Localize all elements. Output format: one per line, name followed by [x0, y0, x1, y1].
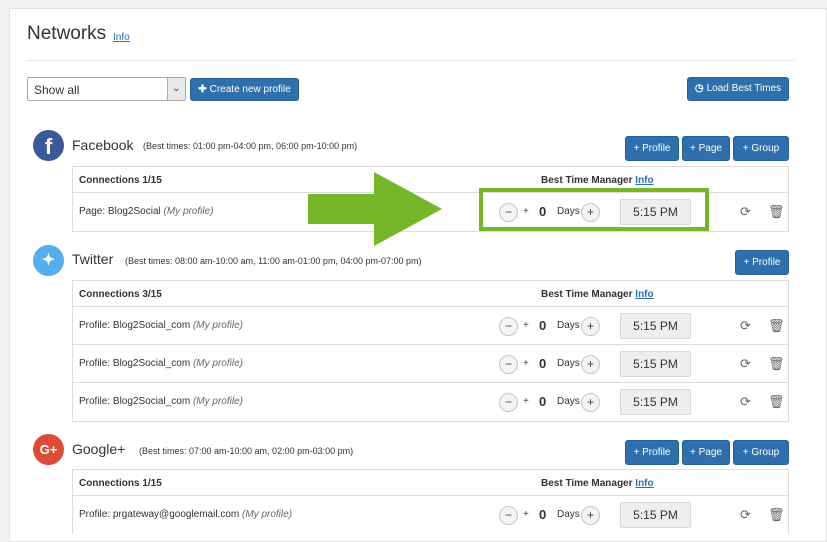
best-time-manager-info-link[interactable]: Info [635, 175, 653, 186]
table-header: Connections 3/15 Best Time Manager Info [73, 281, 788, 307]
highlight-arrow-icon [308, 172, 442, 246]
connections-count: Connections 1/15 [79, 175, 162, 186]
increment-days-button[interactable]: + [581, 393, 600, 412]
best-times: (Best times: 01:00 pm-04:00 pm, 06:00 pm… [143, 141, 358, 151]
best-time-manager-label: Best Time Manager Info [541, 478, 654, 489]
add-profile-button[interactable]: + Profile [735, 250, 789, 275]
trash-icon[interactable]: 🗑 [768, 394, 785, 410]
decrement-days-button[interactable]: − [499, 355, 518, 374]
time-input[interactable]: 5:15 PM [620, 351, 691, 377]
best-times: (Best times: 07:00 am-10:00 am, 02:00 pm… [139, 446, 354, 456]
days-label: Days [557, 396, 580, 407]
days-label: Days [557, 320, 580, 331]
info-link[interactable]: Info [113, 32, 130, 43]
best-time-manager-label: Best Time Manager Info [541, 289, 654, 300]
refresh-icon[interactable]: ⟳ [740, 204, 751, 220]
facebook-icon: f [33, 130, 64, 161]
time-input[interactable]: 5:15 PM [620, 502, 691, 528]
time-input[interactable]: 5:15 PM [620, 389, 691, 415]
trash-icon[interactable]: 🗑 [768, 318, 785, 334]
days-value: 0 [539, 394, 547, 409]
days-label: Days [557, 206, 580, 217]
filter-value: Show all [34, 83, 80, 97]
days-value: 0 [539, 204, 547, 219]
account-label: Page: Blog2Social (My profile) [79, 206, 214, 217]
time-input[interactable]: 5:15 PM [620, 313, 691, 339]
create-profile-label: Create new profile [209, 84, 291, 95]
best-time-manager-info-link[interactable]: Info [635, 289, 653, 300]
add-profile-button[interactable]: + Profile [625, 136, 679, 161]
best-times: (Best times: 08:00 am-10:00 am, 11:00 am… [125, 256, 422, 266]
plus-sign: + [523, 320, 529, 331]
add-profile-button[interactable]: + Profile [625, 440, 679, 465]
page-title: Networks [27, 23, 107, 44]
increment-days-button[interactable]: + [581, 506, 600, 525]
chevron-down-icon: ⌄ [167, 78, 185, 100]
days-value: 0 [539, 318, 547, 333]
table-header: Connections 1/15 Best Time Manager Info [73, 470, 788, 496]
clock-icon: ◷ [694, 83, 704, 94]
days-label: Days [557, 509, 580, 520]
plus-icon: ✚ [198, 84, 207, 95]
plus-sign: + [523, 396, 529, 407]
divider [27, 60, 795, 61]
connections-table: Connections 3/15 Best Time Manager Info … [72, 280, 789, 422]
google-plus-icon: G+ [33, 434, 64, 465]
trash-icon[interactable]: 🗑 [768, 356, 785, 372]
trash-icon[interactable]: 🗑 [768, 204, 785, 220]
account-label: Profile: prgateway@googlemail.com (My pr… [79, 509, 293, 520]
days-label: Days [557, 358, 580, 369]
table-row: Profile: Blog2Social_com (My profile) − … [73, 383, 788, 421]
best-time-manager-label: Best Time Manager Info [541, 175, 654, 186]
account-label: Profile: Blog2Social_com (My profile) [79, 396, 243, 407]
days-value: 0 [539, 507, 547, 522]
increment-days-button[interactable]: + [581, 355, 600, 374]
decrement-days-button[interactable]: − [499, 506, 518, 525]
connections-table: Connections 1/15 Best Time Manager Info … [72, 469, 789, 534]
increment-days-button[interactable]: + [581, 317, 600, 336]
plus-sign: + [523, 206, 529, 217]
connections-count: Connections 3/15 [79, 289, 162, 300]
time-input[interactable]: 5:15 PM [620, 199, 691, 225]
refresh-icon[interactable]: ⟳ [740, 356, 751, 372]
network-name: Facebook [72, 137, 134, 153]
network-name: Twitter [72, 251, 114, 267]
increment-days-button[interactable]: + [581, 203, 600, 222]
plus-sign: + [523, 358, 529, 369]
refresh-icon[interactable]: ⟳ [740, 394, 751, 410]
days-value: 0 [539, 356, 547, 371]
table-row: Profile: prgateway@googlemail.com (My pr… [73, 496, 788, 534]
network-name: Google+ [72, 441, 126, 457]
table-row: Profile: Blog2Social_com (My profile) − … [73, 307, 788, 345]
best-time-manager-info-link[interactable]: Info [635, 478, 653, 489]
load-best-times-label: Load Best Times [706, 83, 782, 94]
load-best-times-button[interactable]: ◷ Load Best Times [687, 77, 789, 101]
decrement-days-button[interactable]: − [499, 317, 518, 336]
trash-icon[interactable]: 🗑 [768, 507, 785, 523]
add-group-button[interactable]: + Group [733, 440, 789, 465]
account-label: Profile: Blog2Social_com (My profile) [79, 358, 243, 369]
create-profile-button[interactable]: ✚ Create new profile [190, 78, 299, 101]
plus-sign: + [523, 509, 529, 520]
table-row: Profile: Blog2Social_com (My profile) − … [73, 345, 788, 383]
network-filter-select[interactable]: Show all ⌄ [27, 77, 186, 101]
add-page-button[interactable]: + Page [682, 440, 730, 465]
twitter-icon: ✦ [33, 245, 64, 276]
add-page-button[interactable]: + Page [682, 136, 730, 161]
connections-count: Connections 1/15 [79, 478, 162, 489]
decrement-days-button[interactable]: − [499, 393, 518, 412]
refresh-icon[interactable]: ⟳ [740, 318, 751, 334]
add-group-button[interactable]: + Group [733, 136, 789, 161]
refresh-icon[interactable]: ⟳ [740, 507, 751, 523]
decrement-days-button[interactable]: − [499, 203, 518, 222]
account-label: Profile: Blog2Social_com (My profile) [79, 320, 243, 331]
